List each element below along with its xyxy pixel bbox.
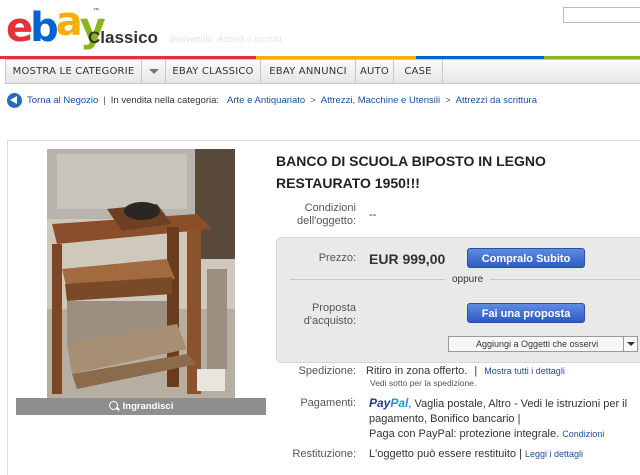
category-link-arte[interactable]: Arte e Antiquariato (227, 95, 305, 106)
listing-title: BANCO DI SCUOLA BIPOSTO IN LEGNO RESTAUR… (276, 153, 546, 191)
add-to-watchlist-select[interactable]: Aggiungi a Oggetti che osservi (448, 336, 638, 352)
or-text: oppure (452, 274, 484, 285)
top-nav: Mostra le categorie eBay Classico eBay A… (5, 59, 640, 84)
search-input[interactable] (563, 7, 640, 23)
buy-it-now-button[interactable]: Compralo Subito (467, 248, 585, 268)
payments-label: Pagamenti: (300, 397, 356, 409)
breadcrumb: Torna al Negozio | In vendita nella cate… (7, 91, 537, 109)
magnifier-icon (108, 401, 118, 410)
header: ebay ™ Classico Benvenuto. Accedi o iscr… (0, 0, 640, 60)
shipping-note: Vedi sotto per la spedizione. (370, 378, 477, 388)
make-offer-button[interactable]: Fai una proposta (467, 303, 585, 323)
category-intro: In vendita nella categoria: (110, 94, 220, 106)
product-photo[interactable] (47, 149, 235, 399)
welcome-text: Benvenuto. Accedi o iscriviti (170, 34, 282, 44)
payments-methods: , Vaglia postale, Altro - Vedi le istruz… (408, 398, 628, 410)
chevron-down-icon (149, 69, 159, 74)
returns-details: L'oggetto può essere restituito | Leggi … (369, 448, 583, 461)
nav-ebay-classico[interactable]: eBay Classico (166, 60, 261, 83)
returns-details-link[interactable]: Leggi i dettagli (525, 449, 583, 459)
nav-auto[interactable]: Auto (356, 60, 394, 83)
offer-label: Proposta d'acquisto: (303, 302, 356, 327)
logo-letter-e: e (6, 5, 33, 51)
condition-value: -- (369, 209, 377, 221)
nav-case[interactable]: Case (394, 60, 443, 83)
shipping-label: Spedizione: (298, 365, 357, 377)
breadcrumb-arrow: > (445, 94, 451, 106)
price-value: EUR 999,00 (369, 251, 446, 267)
condition-label: Condizioni dell'oggetto: (297, 202, 356, 227)
divider (290, 279, 445, 280)
zoom-button[interactable]: Ingrandisci (16, 398, 266, 415)
returns-value: L'oggetto può essere restituito | (369, 448, 522, 460)
school-desk-image (47, 149, 235, 399)
paypal-logo: PayPal (369, 396, 409, 410)
conditions-link[interactable]: Condizioni (562, 429, 604, 439)
logo-letter-b: b (30, 5, 59, 51)
zoom-label: Ingrandisci (122, 401, 174, 412)
breadcrumb-separator: | (103, 94, 106, 106)
divider (490, 279, 640, 280)
nav-categories-dropdown[interactable] (142, 60, 166, 83)
paypal-protection: Paga con PayPal: protezione integrale. (369, 428, 560, 440)
shipping-value: Ritiro in zona offerto. (366, 365, 468, 377)
shipping-details: Ritiro in zona offerto. | Mostra tutti i… (366, 365, 565, 377)
nav-show-categories[interactable]: Mostra le categorie (6, 60, 142, 83)
shipping-details-link[interactable]: Mostra tutti i dettagli (484, 366, 565, 376)
back-arrow-icon[interactable] (7, 92, 22, 108)
category-link-attrezzi[interactable]: Attrezzi, Macchine e Utensili (321, 95, 440, 106)
site-name: Classico (88, 28, 158, 47)
category-link-scrittura[interactable]: Attrezzi da scrittura (456, 95, 537, 106)
chevron-down-icon (623, 337, 637, 351)
back-to-store-link[interactable]: Torna al Negozio (27, 95, 98, 106)
returns-label: Restituzione: (292, 448, 356, 460)
payments-details: PayPal, Vaglia postale, Altro - Vedi le … (369, 396, 639, 442)
watchlist-select-label: Aggiungi a Oggetti che osservi (476, 339, 599, 349)
logo-letter-a: a (55, 0, 83, 45)
breadcrumb-arrow: > (310, 94, 316, 106)
nav-ebay-annunci[interactable]: eBay Annunci (261, 60, 356, 83)
trademark: ™ (93, 8, 99, 14)
price-label: Prezzo: (318, 252, 356, 264)
payments-methods-cont: pagamento, Bonifico bancario | (369, 413, 521, 425)
